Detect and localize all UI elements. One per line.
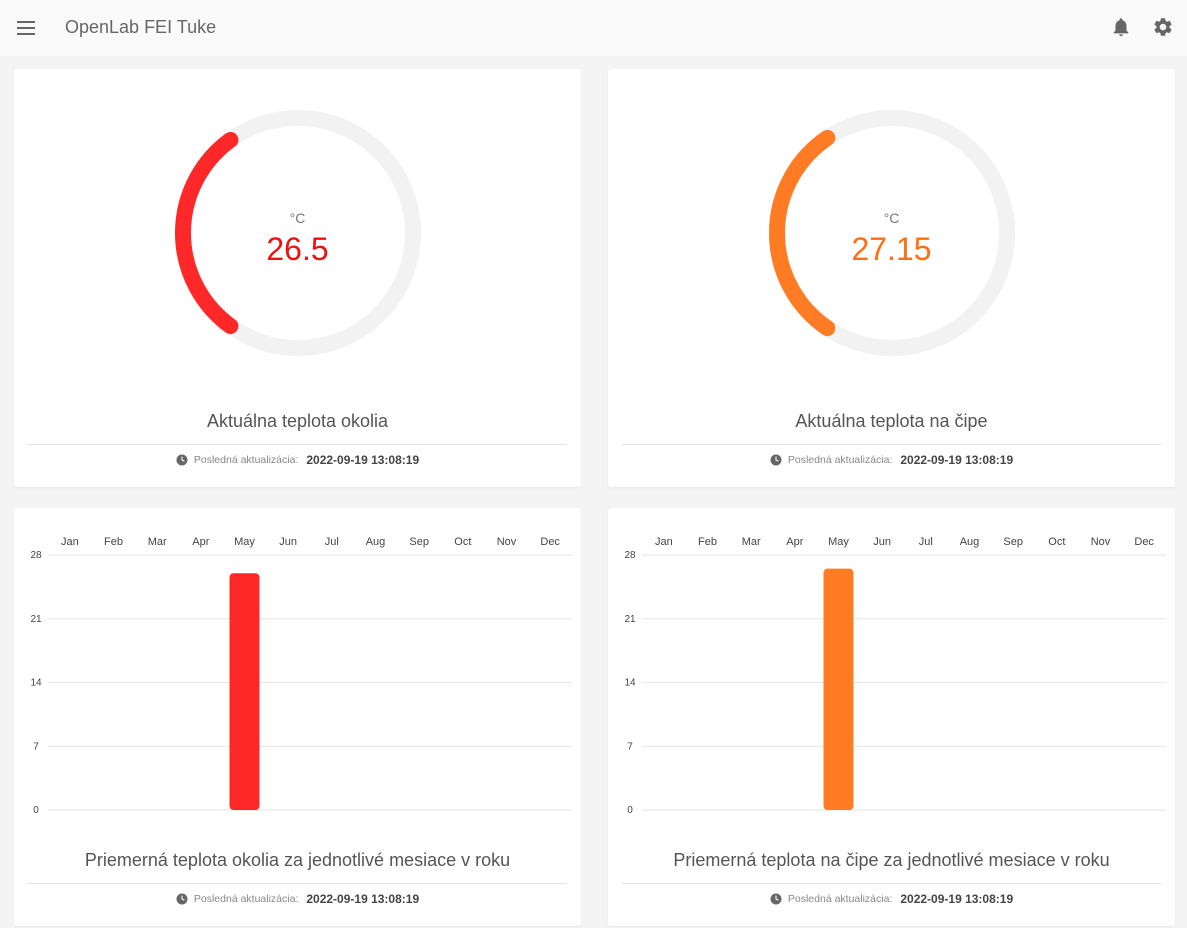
menu-icon[interactable] [14, 16, 38, 40]
chip-monthly-chart: 0 7 14 21 28 Jan Feb Mar Apr May Jun Jul Aug Sep Oct No… [624, 536, 1166, 816]
x-tick-label: May [234, 536, 255, 548]
y-tick-label: 14 [624, 678, 636, 689]
x-tick-label: Jun [873, 536, 891, 548]
x-tick-label: Feb [698, 536, 717, 548]
x-tick-label: Oct [454, 536, 471, 548]
clock-icon [176, 454, 188, 466]
clock-icon [176, 893, 188, 905]
x-tick-label: Nov [497, 536, 517, 548]
app-title: OpenLab FEI Tuke [65, 17, 217, 37]
divider [28, 883, 567, 884]
ambient-gauge-unit: °C [289, 210, 306, 226]
y-tick-label: 21 [624, 614, 636, 625]
x-tick-label: Dec [1134, 536, 1154, 548]
bar[interactable] [823, 568, 854, 810]
x-tick-label: Nov [1091, 536, 1111, 548]
x-tick-label: Dec [540, 536, 560, 548]
last-update: Posledná aktualizácia: 2022-09-19 13:08:… [608, 892, 1175, 906]
x-tick-label: Sep [409, 536, 429, 548]
chip-card-title: Aktuálna teplota na čipe [795, 411, 988, 431]
bar[interactable] [229, 573, 260, 810]
x-tick-label: Apr [786, 536, 803, 548]
last-update-time: 2022-09-19 13:08:19 [306, 453, 420, 467]
chip-chart-title: Priemerná teplota na čipe za jednotlivé … [673, 850, 1110, 870]
chip-gauge-unit: °C [883, 210, 900, 226]
last-update: Posledná aktualizácia: 2022-09-19 13:08:… [14, 453, 581, 467]
ambient-chart-title: Priemerná teplota okolia za jednotlivé m… [84, 850, 511, 870]
y-tick-label: 28 [30, 550, 42, 561]
chip-temperature-card: °C 27.15 Aktuálna teplota na čipe Posled… [608, 69, 1175, 487]
ambient-temperature-card: °C 26.5 Aktuálna teplota okolia Posledná… [14, 69, 581, 487]
divider [622, 444, 1161, 445]
bell-icon[interactable] [1110, 16, 1132, 38]
y-tick-label: 14 [30, 678, 42, 689]
x-tick-label: Aug [960, 536, 980, 548]
y-tick-label: 0 [627, 805, 633, 816]
last-update-label: Posledná aktualizácia: [787, 893, 893, 905]
last-update-label: Posledná aktualizácia: [193, 454, 299, 466]
last-update-time: 2022-09-19 13:08:19 [306, 892, 420, 906]
x-tick-label: Jun [279, 536, 297, 548]
ambient-card-title: Aktuálna teplota okolia [206, 411, 389, 431]
y-tick-label: 7 [627, 741, 633, 752]
last-update: Posledná aktualizácia: 2022-09-19 13:08:… [608, 453, 1175, 467]
x-tick-label: Jul [919, 536, 933, 548]
chip-monthly-chart-card: 0 7 14 21 28 Jan Feb Mar Apr May Jun Jul Aug Sep Oct No… [608, 508, 1175, 926]
gear-icon[interactable] [1152, 16, 1174, 38]
chip-gauge-value: 27.15 [851, 231, 932, 267]
last-update-label: Posledná aktualizácia: [787, 454, 893, 466]
last-update: Posledná aktualizácia: 2022-09-19 13:08:… [14, 892, 581, 906]
y-tick-label: 28 [624, 550, 636, 561]
last-update-time: 2022-09-19 13:08:19 [900, 892, 1014, 906]
x-tick-label: Jan [61, 536, 79, 548]
last-update-time: 2022-09-19 13:08:19 [900, 453, 1014, 467]
x-tick-label: Apr [192, 536, 209, 548]
x-tick-label: May [828, 536, 849, 548]
x-tick-label: Aug [366, 536, 386, 548]
y-tick-label: 7 [33, 741, 39, 752]
clock-icon [770, 893, 782, 905]
x-tick-label: Mar [148, 536, 167, 548]
x-tick-label: Jan [655, 536, 673, 548]
y-tick-label: 0 [33, 805, 39, 816]
clock-icon [770, 454, 782, 466]
x-tick-label: Sep [1003, 536, 1023, 548]
x-tick-label: Mar [742, 536, 761, 548]
ambient-gauge-value: 26.5 [266, 231, 329, 267]
last-update-label: Posledná aktualizácia: [193, 893, 299, 905]
x-tick-label: Jul [325, 536, 339, 548]
divider [28, 444, 567, 445]
ambient-monthly-chart: 0 7 14 21 28 Jan Feb Mar Apr May Jun Jul Aug Sep Oct No… [30, 536, 572, 816]
ambient-monthly-chart-card: 0 7 14 21 28 Jan Feb Mar Apr May Jun Jul Aug Sep Oct No… [14, 508, 581, 926]
x-tick-label: Oct [1048, 536, 1065, 548]
y-tick-label: 21 [30, 614, 42, 625]
x-tick-label: Feb [104, 536, 123, 548]
divider [622, 883, 1161, 884]
app-bar: OpenLab FEI Tuke [0, 0, 1187, 56]
